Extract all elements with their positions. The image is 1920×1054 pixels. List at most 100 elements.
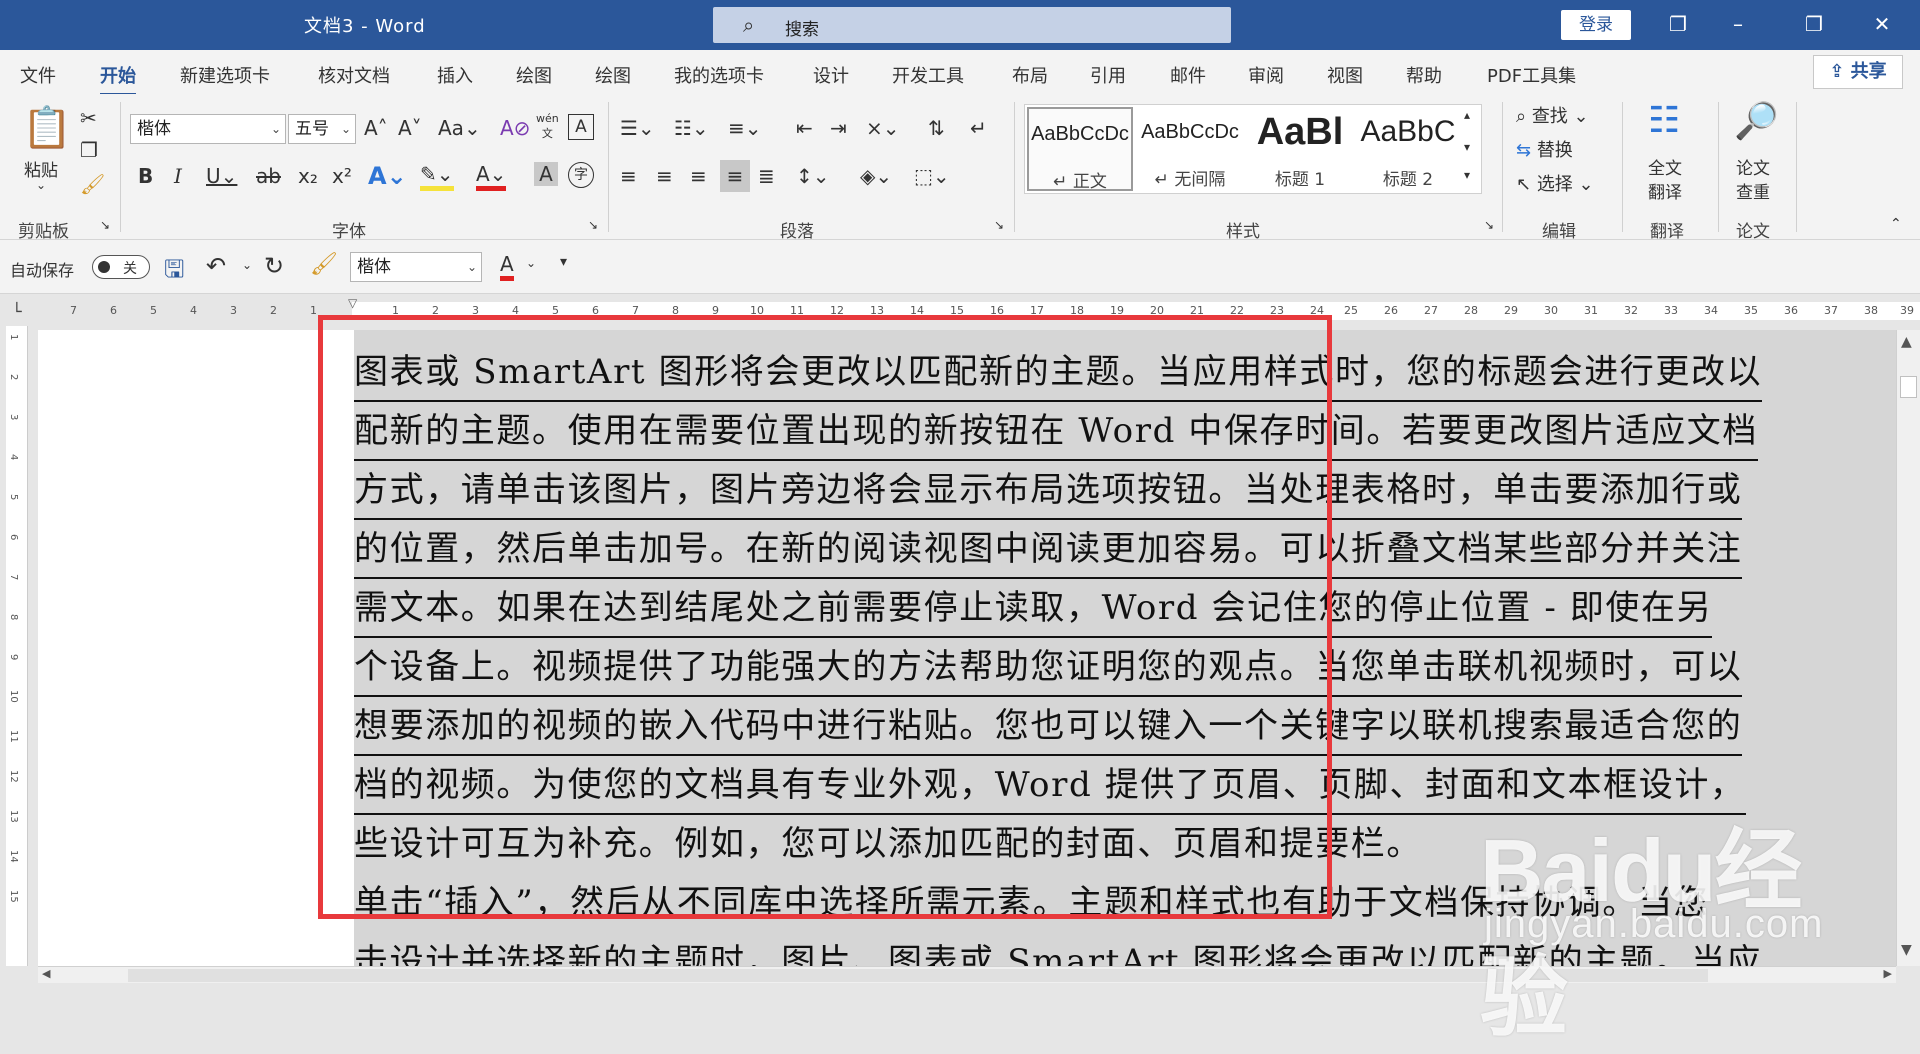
find-button[interactable]: ⌕ 查找 ⌄ xyxy=(1516,102,1589,128)
style-heading-2[interactable]: AaBbC 标题 2 xyxy=(1355,107,1461,191)
share-button[interactable]: ⇪ 共享 xyxy=(1813,55,1903,89)
save-icon[interactable]: 🖫 xyxy=(164,252,184,293)
qat-font-color-icon[interactable]: A xyxy=(500,252,514,281)
tab-review-doc[interactable]: 核对文档 xyxy=(318,62,390,88)
tab-my-tab[interactable]: 我的选项卡 xyxy=(674,62,764,88)
translate-icon[interactable]: ☷ xyxy=(1648,100,1680,141)
undo-icon[interactable]: ↶ xyxy=(206,252,226,280)
highlight-color-icon[interactable]: ✎⌄ xyxy=(420,162,454,191)
tab-selector[interactable]: └ xyxy=(0,298,36,324)
tab-layout[interactable]: 布局 xyxy=(1012,62,1048,88)
align-right-icon[interactable]: ≡ xyxy=(690,164,707,188)
clear-formatting-icon[interactable]: A⊘ xyxy=(500,116,530,140)
style-heading-1[interactable]: AaBl 标题 1 xyxy=(1247,107,1353,191)
tab-design[interactable]: 设计 xyxy=(813,62,849,88)
tab-insert[interactable]: 插入 xyxy=(437,62,473,88)
customize-qat-icon[interactable]: ▾ xyxy=(560,254,567,270)
select-button[interactable]: ↖ 选择 ⌄ xyxy=(1516,170,1594,196)
bold-icon[interactable]: B xyxy=(138,164,153,188)
strikethrough-icon[interactable]: ab xyxy=(256,164,281,188)
subscript-icon[interactable]: x₂ xyxy=(298,164,318,188)
tab-help[interactable]: 帮助 xyxy=(1406,62,1442,88)
line-spacing-icon[interactable]: ↕⌄ xyxy=(796,164,830,188)
character-border-icon[interactable]: A xyxy=(568,114,594,140)
qat-font-combo[interactable]: 楷体 ⌄ xyxy=(350,252,482,282)
tab-pdf-tools[interactable]: PDF工具集 xyxy=(1487,62,1576,88)
search-box[interactable]: ⌕ 搜索 xyxy=(713,7,1231,43)
change-case-icon[interactable]: Aa⌄ xyxy=(438,116,481,140)
clipboard-launcher-icon[interactable]: ↘ xyxy=(100,218,110,232)
scroll-thumb[interactable] xyxy=(128,969,1708,982)
font-name-combo[interactable]: 楷体 ⌄ xyxy=(130,114,286,144)
numbering-icon[interactable]: ☷⌄ xyxy=(674,116,709,140)
full-translate-label[interactable]: 全文 xyxy=(1648,154,1682,179)
character-shading-icon[interactable]: A xyxy=(534,162,558,186)
grow-font-icon[interactable]: A˄ xyxy=(364,116,388,140)
tab-developer[interactable]: 开发工具 xyxy=(892,62,964,88)
shrink-font-icon[interactable]: A˅ xyxy=(398,116,422,140)
text-effects-icon[interactable]: A⌄ xyxy=(368,162,407,190)
paper-check-label-2[interactable]: 查重 xyxy=(1736,178,1770,203)
styles-launcher-icon[interactable]: ↘ xyxy=(1484,218,1494,232)
tab-mailings[interactable]: 邮件 xyxy=(1170,62,1206,88)
distributed-icon[interactable]: ≣ xyxy=(758,164,775,188)
tab-draw-1[interactable]: 绘图 xyxy=(516,62,552,88)
bullets-icon[interactable]: ☰⌄ xyxy=(620,116,655,140)
tab-references[interactable]: 引用 xyxy=(1090,62,1126,88)
tab-home[interactable]: 开始 xyxy=(100,62,136,96)
tab-draw-2[interactable]: 绘图 xyxy=(595,62,631,88)
first-line-indent-marker[interactable]: ▽ xyxy=(348,296,357,310)
paper-check-label[interactable]: 论文 xyxy=(1736,154,1770,179)
phonetic-guide-icon[interactable]: wén 文 xyxy=(536,112,559,141)
minimize-icon[interactable]: – xyxy=(1718,10,1758,40)
copy-icon[interactable]: ❐ xyxy=(80,138,98,162)
restore-icon[interactable]: ❐ xyxy=(1794,10,1834,40)
scroll-thumb[interactable] xyxy=(1900,376,1917,398)
format-painter-icon[interactable]: 🖌 xyxy=(310,252,338,277)
tab-file[interactable]: 文件 xyxy=(20,62,56,88)
scroll-down-icon[interactable]: ▼ xyxy=(1901,942,1912,958)
align-center-icon[interactable]: ≡ xyxy=(656,164,673,188)
show-marks-icon[interactable]: ↵ xyxy=(970,116,987,140)
scroll-up-icon[interactable]: ▲ xyxy=(1901,334,1912,350)
shading-icon[interactable]: ◈⌄ xyxy=(860,164,892,188)
styles-more-icon[interactable]: ▾ xyxy=(1464,168,1470,182)
styles-scroll-down-icon[interactable]: ▾ xyxy=(1464,140,1470,154)
increase-indent-icon[interactable]: ⇥ xyxy=(830,116,847,140)
font-launcher-icon[interactable]: ↘ xyxy=(588,218,598,232)
ribbon-display-options-icon[interactable]: ❐ xyxy=(1658,10,1698,40)
format-painter-icon[interactable]: 🖌 xyxy=(80,172,105,196)
style-no-spacing[interactable]: AaBbCcDc ↵ 无间隔 xyxy=(1137,107,1243,191)
paste-dropdown-icon[interactable]: ⌄ xyxy=(36,178,46,192)
scroll-left-icon[interactable]: ◀ xyxy=(42,967,50,980)
undo-dropdown-icon[interactable]: ⌄ xyxy=(242,258,252,272)
underline-icon[interactable]: U⌄ xyxy=(206,164,237,188)
superscript-icon[interactable]: x² xyxy=(332,164,352,188)
collapse-ribbon-icon[interactable]: ⌃ xyxy=(1890,216,1902,232)
chinese-layout-icon[interactable]: ⨯⌄ xyxy=(866,116,900,140)
vertical-scrollbar[interactable]: ▲ ▼ xyxy=(1896,330,1920,966)
paste-icon[interactable]: 📋 xyxy=(22,104,72,151)
enclose-characters-icon[interactable]: 字 xyxy=(568,162,594,188)
scroll-right-icon[interactable]: ▶ xyxy=(1884,967,1892,980)
font-color-icon[interactable]: A⌄ xyxy=(476,162,507,191)
autosave-toggle[interactable]: 关 xyxy=(92,255,150,279)
decrease-indent-icon[interactable]: ⇤ xyxy=(796,116,813,140)
close-icon[interactable]: ✕ xyxy=(1862,10,1902,40)
paragraph-launcher-icon[interactable]: ↘ xyxy=(994,218,1004,232)
vertical-ruler[interactable]: 1 2 3 4 5 6 7 8 9 10 11 12 13 14 15 xyxy=(6,326,28,966)
styles-scroll-up-icon[interactable]: ▴ xyxy=(1464,108,1470,122)
italic-icon[interactable]: I xyxy=(174,164,182,188)
tab-view[interactable]: 视图 xyxy=(1327,62,1363,88)
full-translate-label-2[interactable]: 翻译 xyxy=(1648,178,1682,203)
multilevel-list-icon[interactable]: ≡⌄ xyxy=(728,116,762,140)
borders-icon[interactable]: ⬚⌄ xyxy=(914,164,950,188)
justify-icon[interactable]: ≡ xyxy=(720,160,750,192)
redo-icon[interactable]: ↻ xyxy=(264,252,284,280)
cut-icon[interactable]: ✂ xyxy=(80,106,97,130)
font-size-combo[interactable]: 五号 ⌄ xyxy=(288,114,356,144)
tab-new-tab[interactable]: 新建选项卡 xyxy=(180,62,270,88)
align-left-icon[interactable]: ≡ xyxy=(620,164,637,188)
sort-icon[interactable]: ⇅ xyxy=(928,116,945,140)
replace-button[interactable]: ⇆ 替换 xyxy=(1516,136,1573,162)
